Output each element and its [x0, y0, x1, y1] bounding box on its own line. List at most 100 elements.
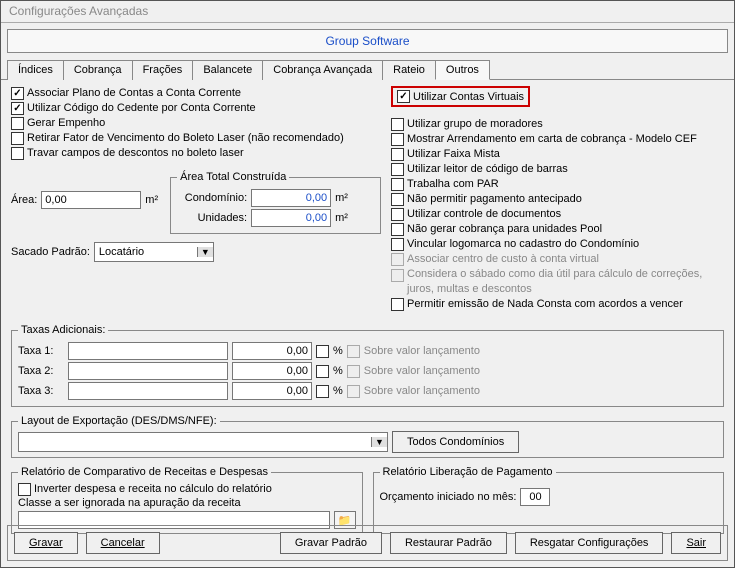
chk-sabado-util: [391, 269, 404, 282]
highlight-contas-virtuais: Utilizar Contas Virtuais: [391, 86, 530, 107]
btn-cancelar[interactable]: Cancelar: [86, 532, 160, 554]
lib-mes-input[interactable]: [520, 488, 550, 506]
taxa2-value-input[interactable]: [232, 362, 312, 380]
tab-strip: Índices Cobrança Frações Balancete Cobra…: [1, 59, 734, 80]
btn-restaurar-padrao[interactable]: Restaurar Padrão: [390, 532, 507, 554]
taxa1-name-input[interactable]: [68, 342, 228, 360]
tab-balancete[interactable]: Balancete: [192, 60, 263, 80]
area-cond-input[interactable]: [251, 189, 331, 207]
layout-combo[interactable]: ▼: [18, 432, 388, 452]
chk-faixa-mista-label: Utilizar Faixa Mista: [407, 147, 500, 162]
chk-sabado-util-label: Considera o sábado como dia útil para cá…: [407, 267, 707, 297]
taxa2-note: Sobre valor lançamento: [364, 365, 480, 377]
chk-gerar-empenho[interactable]: [11, 117, 24, 130]
area-input[interactable]: [41, 191, 141, 209]
chk-contas-virtuais-label: Utilizar Contas Virtuais: [413, 91, 524, 103]
chk-nao-pool-label: Não gerar cobrança para unidades Pool: [407, 222, 602, 237]
chk-leitor-barras[interactable]: [391, 163, 404, 176]
chk-nao-antecipado[interactable]: [391, 193, 404, 206]
chk-faixa-mista[interactable]: [391, 148, 404, 161]
chk-nao-pool[interactable]: [391, 223, 404, 236]
taxa1-value-input[interactable]: [232, 342, 312, 360]
chk-contas-virtuais[interactable]: [397, 90, 410, 103]
chk-travar-descontos[interactable]: [11, 147, 24, 160]
tab-rateio[interactable]: Rateio: [382, 60, 436, 80]
tab-cobranca-avancada[interactable]: Cobrança Avançada: [262, 60, 383, 80]
chk-controle-docs-label: Utilizar controle de documentos: [407, 207, 561, 222]
taxa1-pct: %: [333, 345, 343, 357]
chk-grupo-moradores-label: Utilizar grupo de moradores: [407, 117, 543, 132]
chk-taxa2-sobre: [347, 365, 360, 378]
btn-gravar[interactable]: Gravar: [14, 532, 78, 554]
chk-logomarca-label: Vincular logomarca no cadastro do Condom…: [407, 237, 639, 252]
tab-fracoes[interactable]: Frações: [132, 60, 194, 80]
taxa2-name-input[interactable]: [68, 362, 228, 380]
taxa3-value-input[interactable]: [232, 382, 312, 400]
sacado-combo[interactable]: Locatário ▼: [94, 242, 214, 262]
chk-centro-custo-label: Associar centro de custo à conta virtual: [407, 252, 599, 267]
btn-gravar-padrao[interactable]: Gravar Padrão: [280, 532, 382, 554]
lib-label: Orçamento iniciado no mês:: [380, 491, 517, 503]
chk-gerar-empenho-label: Gerar Empenho: [27, 116, 105, 131]
tab-outros[interactable]: Outros: [435, 60, 490, 80]
sacado-label: Sacado Padrão:: [11, 246, 90, 258]
chk-par[interactable]: [391, 178, 404, 191]
area-cond-label: Condomínio:: [177, 192, 247, 204]
chk-associar-plano-label: Associar Plano de Contas a Conta Corrent…: [27, 86, 241, 101]
chk-codigo-cedente-label: Utilizar Código do Cedente por Conta Cor…: [27, 101, 256, 116]
layout-title: Layout de Exportação (DES/DMS/NFE):: [18, 415, 220, 427]
chk-retirar-fator-label: Retirar Fator de Vencimento do Boleto La…: [27, 131, 344, 146]
chk-centro-custo: [391, 253, 404, 266]
chk-associar-plano[interactable]: [11, 87, 24, 100]
sacado-value: Locatário: [95, 246, 197, 258]
area-cond-unit: m²: [335, 192, 348, 204]
area-unit: m²: [145, 194, 158, 206]
area-label: Área:: [11, 194, 37, 206]
taxa3-pct: %: [333, 385, 343, 397]
chk-par-label: Trabalha com PAR: [407, 177, 499, 192]
chk-inverter-label: Inverter despesa e receita no cálculo do…: [34, 482, 272, 497]
config-window: Configurações Avançadas Group Software Í…: [0, 0, 735, 568]
chk-taxa3-sobre: [347, 385, 360, 398]
taxa1-label: Taxa 1:: [18, 345, 64, 357]
btn-todos-condominios[interactable]: Todos Condomínios: [392, 431, 519, 453]
taxa1-note: Sobre valor lançamento: [364, 345, 480, 357]
btn-sair[interactable]: Sair: [671, 532, 721, 554]
chk-leitor-barras-label: Utilizar leitor de código de barras: [407, 162, 568, 177]
chk-arrendamento-cef[interactable]: [391, 133, 404, 146]
taxa2-label: Taxa 2:: [18, 365, 64, 377]
chk-inverter[interactable]: [18, 483, 31, 496]
chk-taxa1-pct[interactable]: [316, 345, 329, 358]
chk-nada-consta[interactable]: [391, 298, 404, 311]
chk-taxa3-pct[interactable]: [316, 385, 329, 398]
window-title: Configurações Avançadas: [1, 1, 734, 23]
banner: Group Software: [7, 29, 728, 53]
taxa2-pct: %: [333, 365, 343, 377]
btn-resgatar[interactable]: Resgatar Configurações: [515, 532, 664, 554]
footer-bar: Gravar Cancelar Gravar Padrão Restaurar …: [7, 525, 728, 561]
chk-codigo-cedente[interactable]: [11, 102, 24, 115]
chk-taxa2-pct[interactable]: [316, 365, 329, 378]
taxa3-name-input[interactable]: [68, 382, 228, 400]
tab-indices[interactable]: Índices: [7, 60, 64, 80]
chk-logomarca[interactable]: [391, 238, 404, 251]
chk-nao-antecipado-label: Não permitir pagamento antecipado: [407, 192, 582, 207]
chk-grupo-moradores[interactable]: [391, 118, 404, 131]
rel-classe-label: Classe a ser ignorada na apuração da rec…: [18, 497, 356, 509]
chevron-down-icon[interactable]: ▼: [371, 437, 387, 447]
area-unid-input[interactable]: [251, 209, 331, 227]
chk-taxa1-sobre: [347, 345, 360, 358]
chk-nada-consta-label: Permitir emissão de Nada Consta com acor…: [407, 297, 683, 312]
tab-cobranca[interactable]: Cobrança: [63, 60, 133, 80]
rel-title: Relatório de Comparativo de Receitas e D…: [18, 466, 271, 478]
chk-retirar-fator[interactable]: [11, 132, 24, 145]
taxa3-label: Taxa 3:: [18, 385, 64, 397]
area-group-title: Área Total Construída: [177, 171, 289, 183]
area-unid-unit: m²: [335, 212, 348, 224]
lib-title: Relatório Liberação de Pagamento: [380, 466, 556, 478]
chk-controle-docs[interactable]: [391, 208, 404, 221]
taxas-title: Taxas Adicionais:: [18, 324, 108, 336]
taxa3-note: Sobre valor lançamento: [364, 385, 480, 397]
chk-arrendamento-cef-label: Mostrar Arrendamento em carta de cobranç…: [407, 132, 697, 147]
chevron-down-icon[interactable]: ▼: [197, 247, 213, 257]
